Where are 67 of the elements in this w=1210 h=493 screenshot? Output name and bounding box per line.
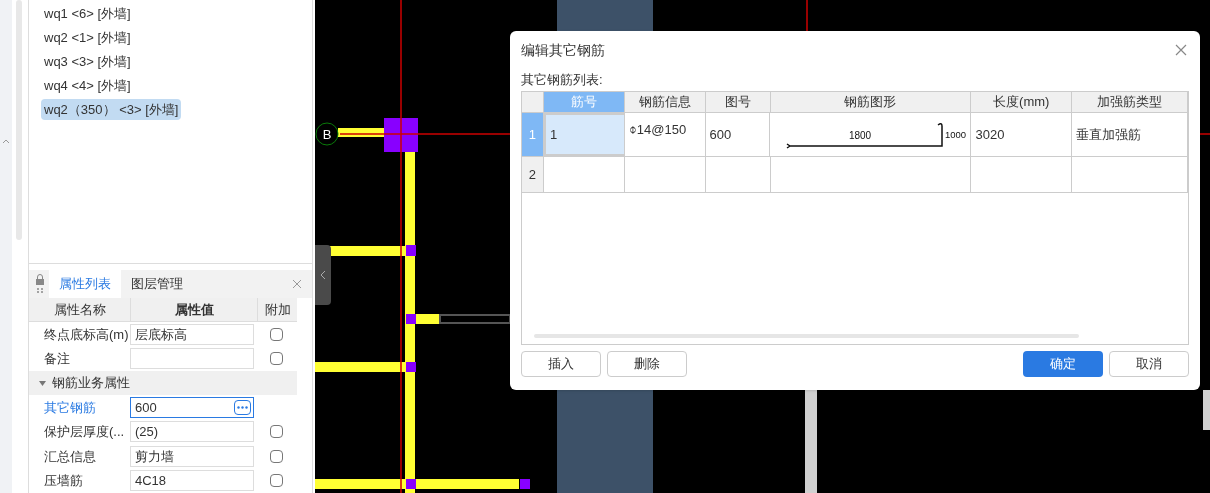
row-number[interactable]: 2 [522, 157, 544, 192]
close-icon[interactable] [1175, 44, 1187, 56]
dialog-button[interactable]: 插入 [521, 351, 601, 377]
component-list-item[interactable]: wq2 <1> [外墙] [41, 27, 134, 48]
ellipsis-button[interactable] [234, 399, 251, 415]
column-header: 属性值 [130, 298, 257, 321]
column-header[interactable]: 加强筋类型 [1072, 92, 1188, 112]
column-header: 属性名称 [52, 301, 107, 319]
checkbox[interactable] [270, 327, 283, 341]
column [406, 314, 416, 324]
component-list-item[interactable]: wq1 <6> [外墙] [41, 3, 134, 24]
column-header[interactable]: 钢筋图形 [770, 92, 972, 112]
wall-hatch [439, 314, 511, 324]
column-header: 附加 [257, 298, 297, 321]
panel-tab[interactable]: 属性列表 [49, 270, 121, 298]
property-value-field[interactable] [130, 348, 254, 370]
panel-tab[interactable]: 图层管理 [121, 270, 193, 298]
dialog-title: 编辑其它钢筋 [521, 40, 605, 60]
group-label: 钢筋业务属性 [52, 374, 130, 393]
component-list-item[interactable]: wq2（350） <3> [外墙] [41, 99, 182, 120]
dimension-label: 1000 [945, 128, 967, 140]
dialog-button[interactable]: 删除 [607, 351, 687, 377]
checkbox[interactable] [270, 474, 283, 488]
table-cell-text: 600 [709, 125, 732, 144]
column [520, 479, 530, 489]
list-label: 其它钢筋列表: [521, 71, 604, 89]
dimension-label: 1800 [849, 129, 872, 141]
axis-label: B [322, 127, 332, 142]
property-value-field[interactable]: (25) [130, 421, 254, 443]
close-icon[interactable] [292, 279, 302, 290]
column-header[interactable]: 钢筋信息 [624, 92, 706, 112]
component-list-item[interactable]: wq4 <4> [外墙] [41, 75, 134, 96]
column [406, 245, 416, 256]
property-name: 备注 [43, 350, 71, 368]
table-cell-text: 垂直加强筋 [1076, 125, 1142, 144]
wall [338, 128, 384, 137]
checkbox[interactable] [270, 352, 283, 366]
property-name: 汇总信息 [43, 447, 97, 466]
table-cell-text: ⌽14@150 [628, 121, 687, 139]
column-header[interactable]: 图号 [705, 92, 771, 112]
table-cell-text: 1 [549, 125, 558, 144]
property-name: 其它钢筋 [43, 398, 97, 417]
dots-icon [237, 405, 248, 409]
checkbox[interactable] [270, 449, 283, 463]
property-name: 终点底标高(m) [43, 325, 130, 344]
cancel-button[interactable]: 取消 [1109, 351, 1189, 377]
lock-icon[interactable] [35, 274, 45, 295]
axis-bubble [315, 122, 339, 146]
chevron-left-icon [320, 270, 326, 280]
caret-icon[interactable] [39, 380, 46, 386]
property-name: 压墙筋 [43, 472, 84, 490]
property-value-field[interactable]: 600 [130, 396, 254, 418]
chevron-up-icon [2, 138, 10, 144]
property-value-field[interactable]: 4C18 [130, 470, 254, 492]
collapse-handle[interactable] [315, 245, 331, 305]
table-cell-text: 3020 [975, 125, 1005, 144]
component-list-item[interactable]: wq3 <3> [外墙] [41, 51, 134, 72]
property-value-field[interactable]: 剪力墙 [130, 445, 254, 467]
column [406, 479, 416, 489]
property-name: 保护层厚度(... [43, 423, 126, 441]
wall [1203, 390, 1210, 430]
property-value-field[interactable]: 层底标高 [130, 323, 254, 345]
ok-button[interactable]: 确定 [1023, 351, 1103, 377]
column-header[interactable]: 长度(mm) [971, 92, 1073, 112]
selected-cell[interactable]: 1 [543, 113, 625, 156]
column [406, 362, 416, 372]
checkbox[interactable] [270, 425, 283, 439]
